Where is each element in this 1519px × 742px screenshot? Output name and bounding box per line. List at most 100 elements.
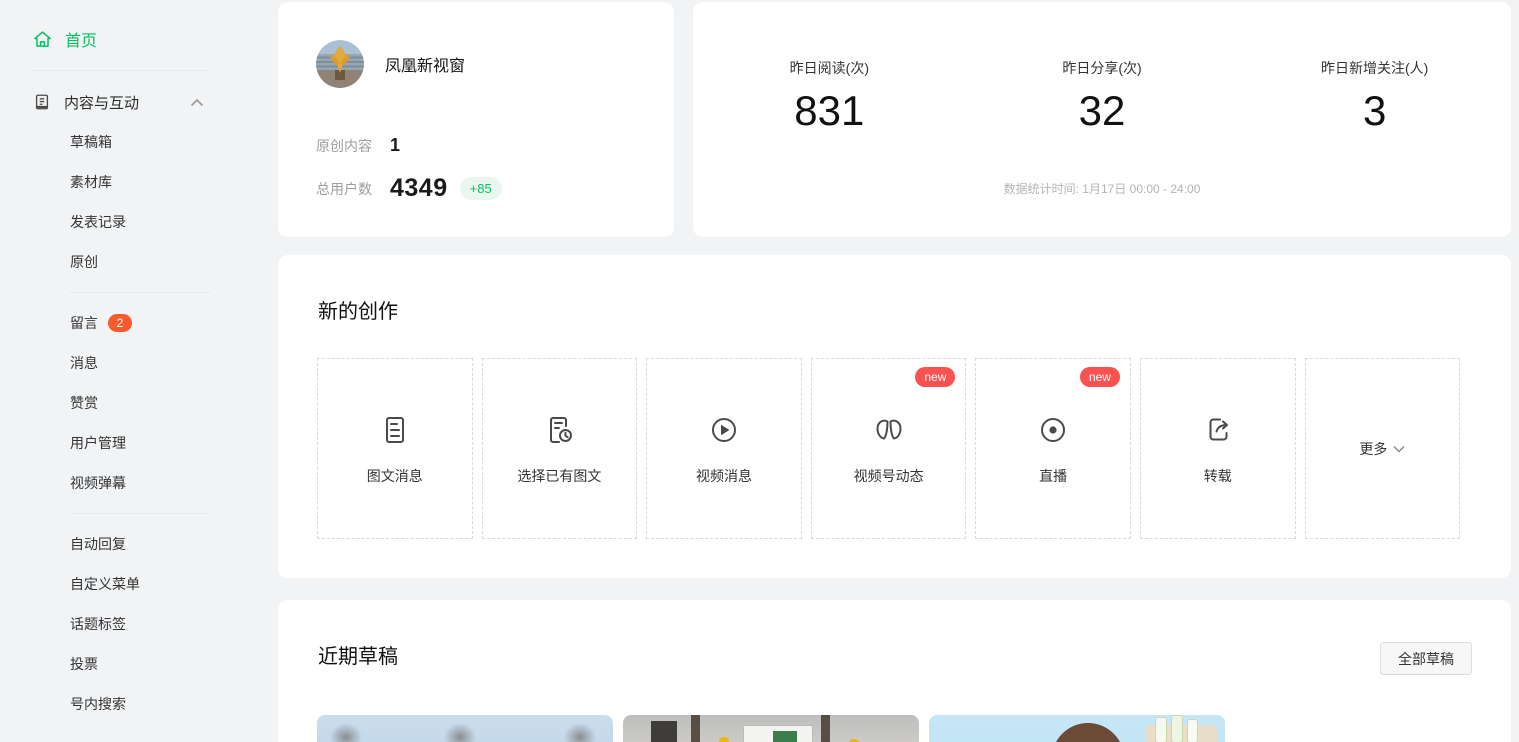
draft-thumbnail-cartoon-girl[interactable]	[929, 715, 1225, 742]
stat-label: 昨日新增关注(人)	[1238, 58, 1511, 78]
thumbnail-detail	[821, 715, 830, 742]
sidebar-item-video-danmu[interactable]: 视频弹幕	[0, 463, 250, 503]
yesterday-stats-card: 昨日阅读(次) 831 昨日分享(次) 32 昨日新增关注(人) 3 数据统计时…	[693, 2, 1511, 237]
home-icon	[33, 30, 52, 49]
article-icon	[377, 412, 413, 448]
menu-label: 话题标签	[70, 614, 126, 634]
sidebar-item-appreciation[interactable]: 赞赏	[0, 383, 250, 423]
avatar[interactable]	[316, 40, 364, 88]
thumbnail-detail	[1171, 715, 1183, 742]
stats-columns: 昨日阅读(次) 831 昨日分享(次) 32 昨日新增关注(人) 3	[693, 2, 1511, 135]
thumbnail-detail	[437, 717, 483, 742]
stat-label: 昨日阅读(次)	[693, 58, 966, 78]
account-header: 凤凰新视窗	[316, 40, 465, 88]
sidebar-item-original[interactable]: 原创	[0, 242, 250, 282]
new-creation-title: 新的创作	[318, 295, 398, 324]
record-dot-icon	[1035, 412, 1071, 448]
thumbnail-detail	[323, 717, 369, 742]
stat-value: 831	[693, 87, 966, 135]
original-content-label: 原创内容	[316, 136, 390, 156]
users-delta-badge: +85	[460, 177, 502, 200]
account-summary-card: 凤凰新视窗 原创内容 1 总用户数 4349 +85	[278, 2, 674, 237]
sidebar-divider	[33, 70, 210, 71]
more-label: 更多	[1359, 439, 1387, 459]
original-content-value: 1	[390, 135, 400, 156]
repost-button[interactable]: 转载	[1140, 358, 1296, 539]
create-article-button[interactable]: 图文消息	[317, 358, 473, 539]
menu-label: 赞赏	[70, 393, 98, 413]
play-circle-icon	[706, 412, 742, 448]
menu-label: 用户管理	[70, 433, 126, 453]
sidebar-group-content-interaction[interactable]: 内容与互动	[0, 82, 250, 122]
create-option-label: 视频号动态	[854, 466, 924, 486]
sidebar-item-home[interactable]: 首页	[0, 19, 250, 59]
recent-drafts-title: 近期草稿	[318, 640, 398, 669]
sidebar-divider	[70, 292, 210, 293]
menu-label: 素材库	[70, 172, 112, 192]
create-option-label: 选择已有图文	[517, 466, 601, 486]
create-option-label: 直播	[1039, 466, 1067, 486]
chevron-up-icon	[190, 98, 204, 107]
sidebar-divider	[70, 513, 210, 514]
stats-time-range-note: 数据统计时间: 1月17日 00:00 - 24:00	[693, 180, 1511, 197]
menu-label: 自定义菜单	[70, 574, 140, 594]
creation-options-row: 图文消息 选择已有图文 视频消息 ne	[317, 358, 1460, 539]
draft-thumbnail-snow-workers[interactable]	[623, 715, 919, 742]
sidebar-item-topic-tags[interactable]: 话题标签	[0, 604, 250, 644]
menu-label: 号内搜索	[70, 694, 126, 714]
choose-existing-article-button[interactable]: 选择已有图文	[482, 358, 638, 539]
thumbnail-detail	[773, 731, 797, 742]
thumbnail-detail	[557, 717, 603, 742]
article-clock-icon	[541, 412, 577, 448]
total-users-label: 总用户数	[316, 179, 390, 199]
document-icon	[33, 93, 51, 111]
menu-label: 留言	[70, 313, 98, 333]
total-users-row: 总用户数 4349 +85	[316, 174, 502, 203]
create-option-label: 视频消息	[696, 466, 752, 486]
create-video-message-button[interactable]: 视频消息	[646, 358, 802, 539]
all-drafts-button[interactable]: 全部草稿	[1380, 642, 1472, 675]
stat-shares[interactable]: 昨日分享(次) 32	[966, 58, 1239, 135]
sidebar-item-comments[interactable]: 留言 2	[0, 303, 250, 343]
sidebar-menu: 草稿箱 素材库 发表记录 原创 留言 2 消息 赞赏 用户管理 视频弹幕	[0, 122, 250, 724]
stat-value: 32	[966, 87, 1239, 135]
share-doc-icon	[1200, 412, 1236, 448]
thumbnail-detail	[651, 721, 677, 742]
menu-label: 消息	[70, 353, 98, 373]
sidebar-item-publish-records[interactable]: 发表记录	[0, 202, 250, 242]
thumbnail-detail	[1187, 719, 1198, 742]
menu-label: 自动回复	[70, 534, 126, 554]
thumbnail-detail	[1051, 723, 1125, 742]
stat-new-followers[interactable]: 昨日新增关注(人) 3	[1238, 58, 1511, 135]
new-badge: new	[915, 367, 955, 387]
total-users-value: 4349	[390, 174, 448, 203]
sidebar-item-in-account-search[interactable]: 号内搜索	[0, 684, 250, 724]
sidebar-item-polls[interactable]: 投票	[0, 644, 250, 684]
recent-drafts-card: 近期草稿 全部草稿	[278, 600, 1511, 742]
sidebar-item-user-management[interactable]: 用户管理	[0, 423, 250, 463]
draft-thumbnails-row	[317, 715, 1225, 742]
sidebar-home-label: 首页	[65, 27, 97, 51]
thumbnail-detail	[1155, 717, 1167, 742]
menu-label: 视频弹幕	[70, 473, 126, 493]
menu-label: 投票	[70, 654, 98, 674]
channels-icon	[871, 412, 907, 448]
menu-label: 发表记录	[70, 212, 126, 232]
stat-reads[interactable]: 昨日阅读(次) 831	[693, 58, 966, 135]
channels-moment-button[interactable]: new 视频号动态	[811, 358, 967, 539]
sidebar-group-label: 内容与互动	[64, 92, 139, 113]
live-stream-button[interactable]: new 直播	[975, 358, 1131, 539]
sidebar-item-media-library[interactable]: 素材库	[0, 162, 250, 202]
more-options-button[interactable]: 更多	[1305, 358, 1461, 539]
draft-thumbnail-winter-building[interactable]	[317, 715, 613, 742]
create-option-label: 图文消息	[367, 466, 423, 486]
original-content-row: 原创内容 1	[316, 135, 400, 156]
sidebar-item-messages[interactable]: 消息	[0, 343, 250, 383]
thumbnail-detail	[719, 737, 729, 742]
sidebar-item-custom-menu[interactable]: 自定义菜单	[0, 564, 250, 604]
sidebar: 首页 内容与互动 草稿箱 素材库 发表记录 原创	[0, 0, 250, 742]
account-name: 凤凰新视窗	[385, 52, 465, 76]
sidebar-item-drafts[interactable]: 草稿箱	[0, 122, 250, 162]
new-creation-card: 新的创作 图文消息 选择已有图文	[278, 255, 1511, 578]
sidebar-item-auto-reply[interactable]: 自动回复	[0, 524, 250, 564]
